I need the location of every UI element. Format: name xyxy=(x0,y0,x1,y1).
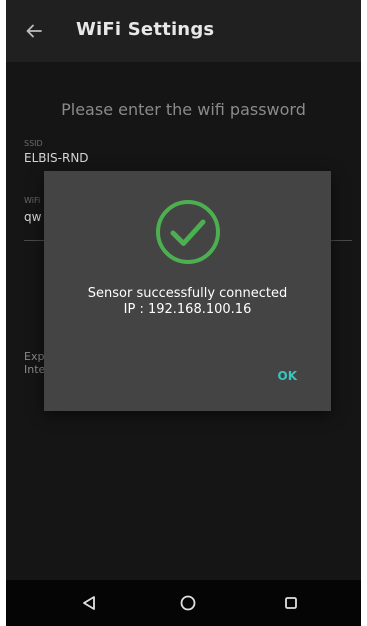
form-prompt: Please enter the wifi password xyxy=(61,100,306,119)
password-label: WiFi xyxy=(24,196,41,205)
nav-home-button[interactable] xyxy=(174,590,202,616)
nav-recents-icon xyxy=(285,597,297,609)
device-screen: WiFi Settings Please enter the wifi pass… xyxy=(6,0,361,626)
dialog-message-line1: Sensor successfully connected xyxy=(87,286,288,301)
page-title: WiFi Settings xyxy=(76,19,215,40)
app-toolbar: WiFi Settings xyxy=(6,0,361,62)
nav-recents-button[interactable] xyxy=(277,590,305,616)
system-navbar xyxy=(6,580,361,626)
nav-back-button[interactable] xyxy=(75,590,103,616)
arrow-back-icon xyxy=(26,24,42,38)
nav-home-icon xyxy=(180,595,196,611)
ssid-field[interactable]: ELBIS-RND xyxy=(24,151,89,165)
dialog-message-line2: IP : 192.168.100.16 xyxy=(123,302,252,317)
back-button[interactable] xyxy=(20,16,48,46)
success-dialog: Sensor successfully connected IP : 192.1… xyxy=(44,171,331,411)
ok-button[interactable]: OK xyxy=(274,365,302,387)
ssid-label: SSID xyxy=(24,139,43,148)
check-circle-icon xyxy=(156,200,220,264)
nav-back-icon xyxy=(83,596,95,610)
password-field[interactable]: qw xyxy=(24,210,41,224)
dialog-message: Sensor successfully connected IP : 192.1… xyxy=(44,286,331,318)
